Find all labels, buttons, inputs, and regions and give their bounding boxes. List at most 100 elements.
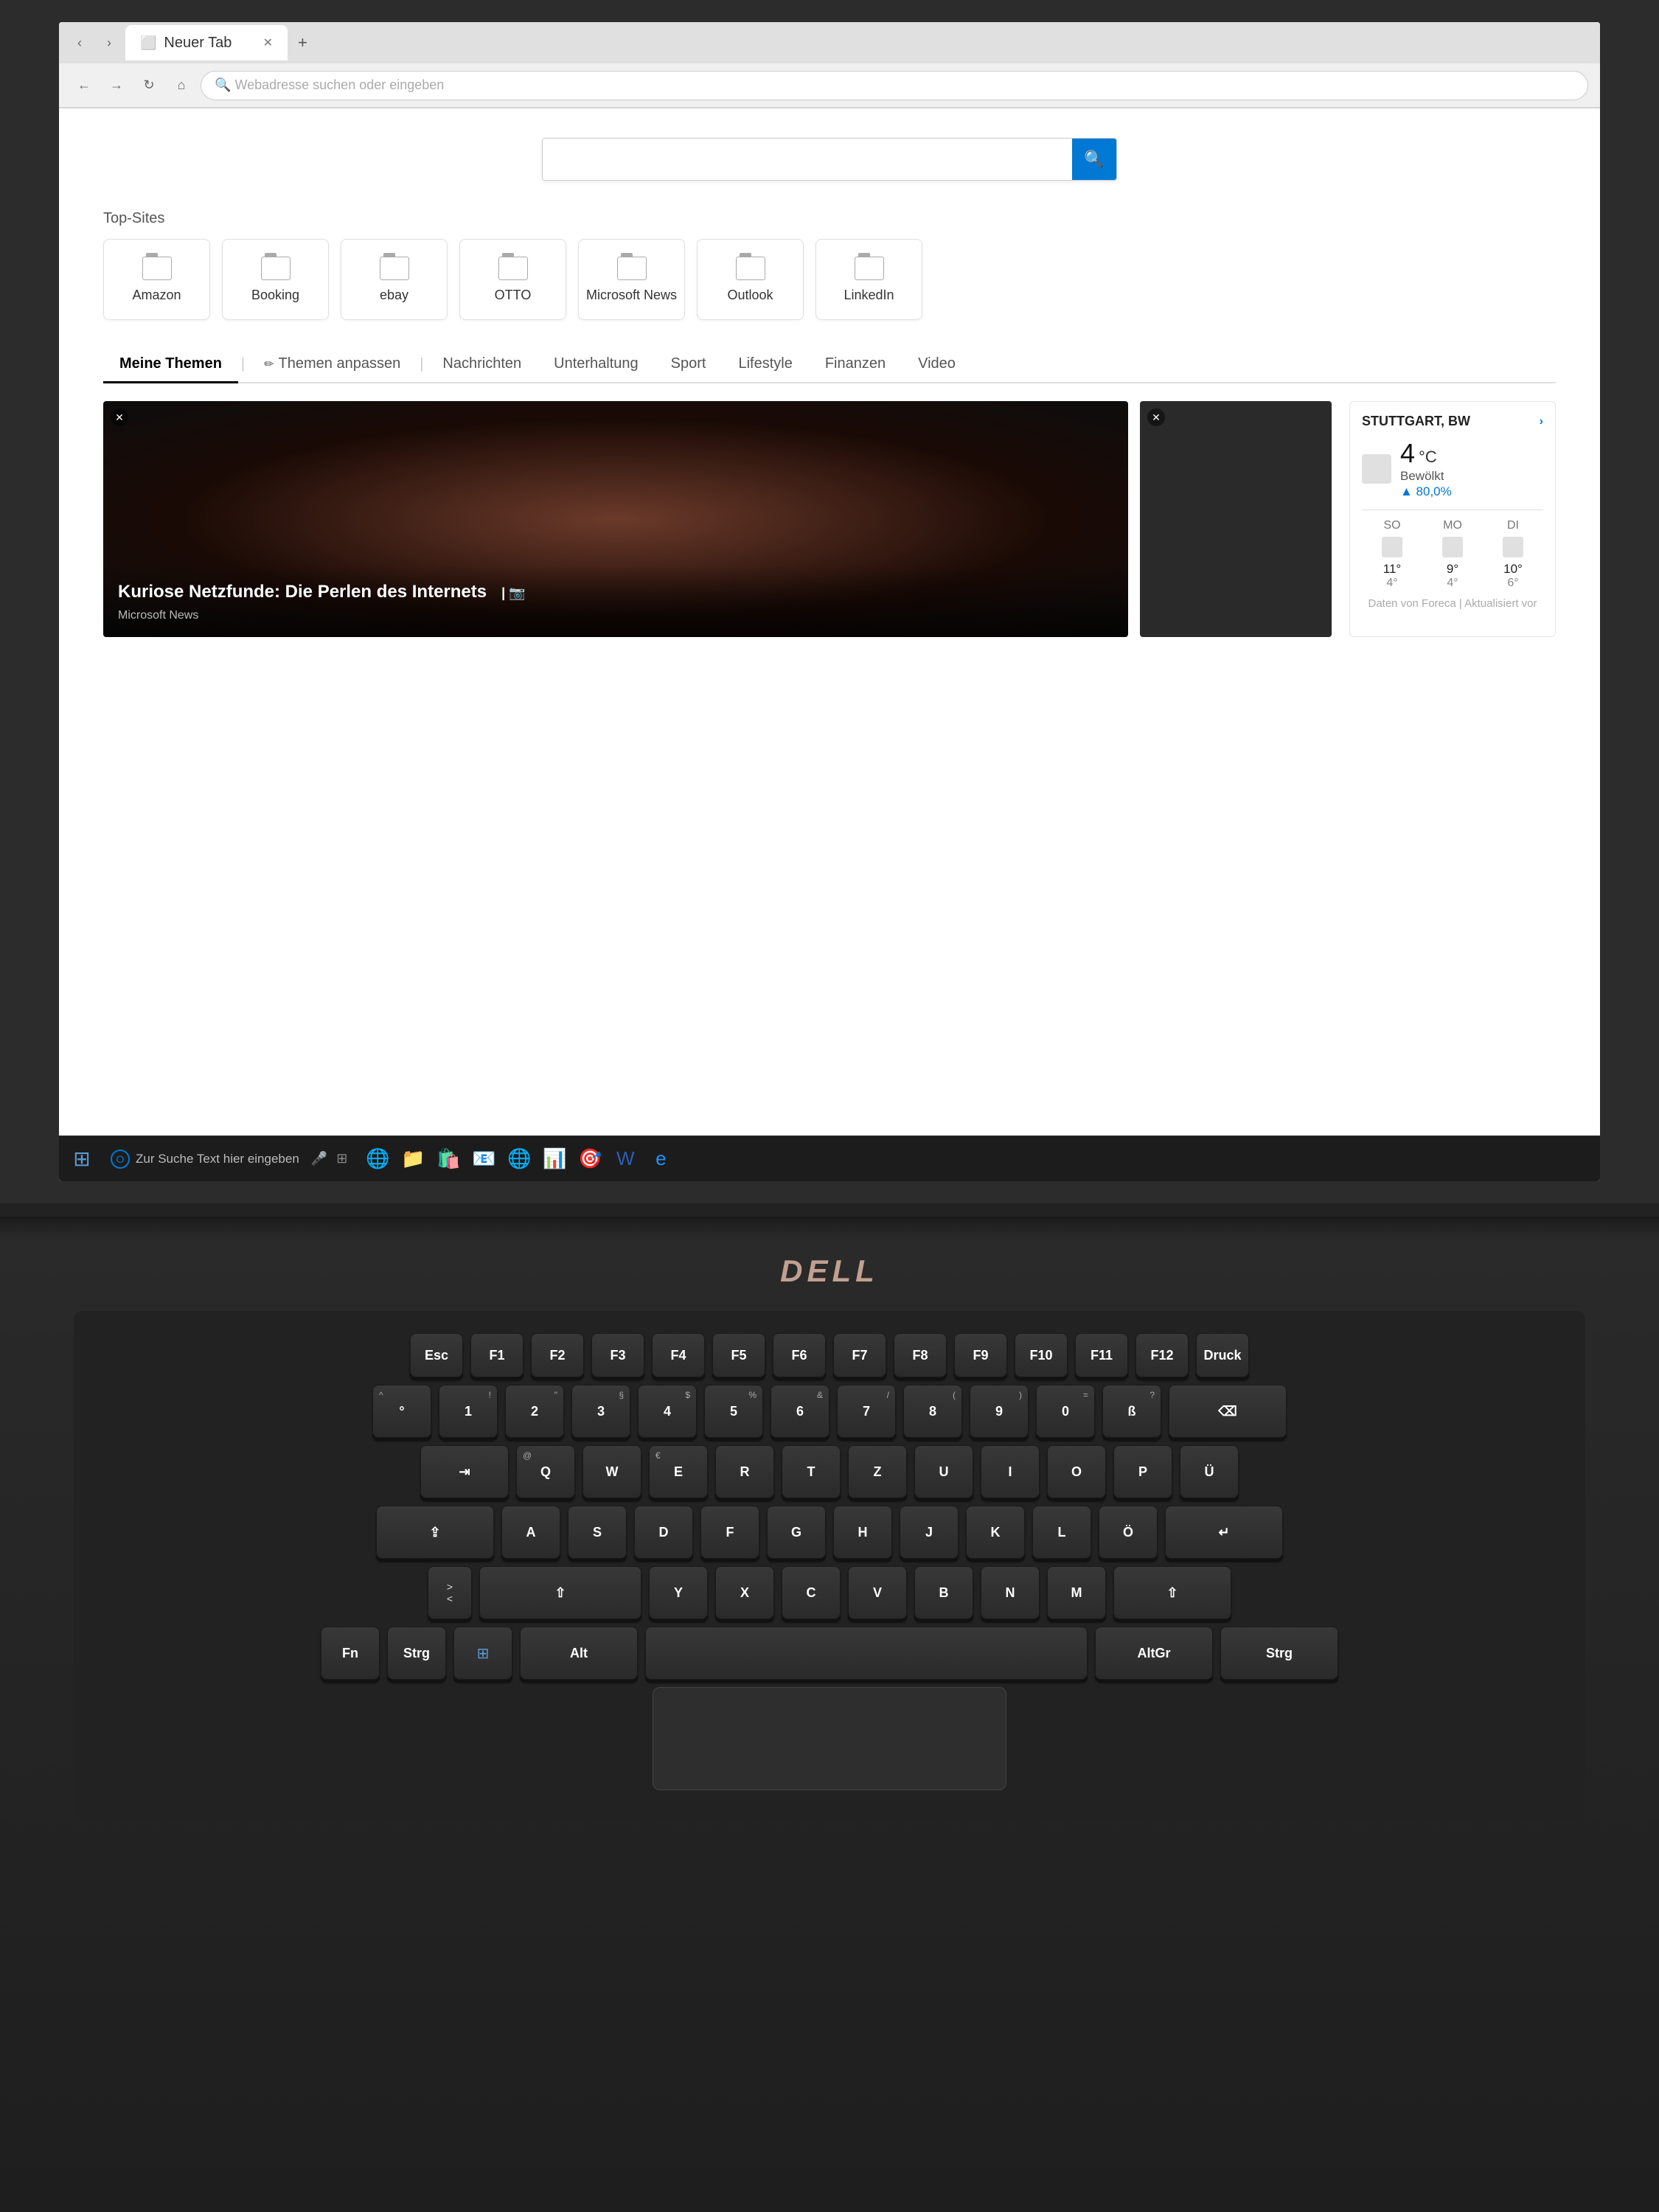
- key-fn[interactable]: Fn: [321, 1627, 380, 1680]
- key-z[interactable]: Z: [848, 1445, 907, 1498]
- key-ctrl-right[interactable]: Strg: [1220, 1627, 1338, 1680]
- home-button[interactable]: ⌂: [168, 72, 195, 99]
- key-0[interactable]: =0: [1036, 1385, 1095, 1438]
- key-9[interactable]: )9: [970, 1385, 1029, 1438]
- key-j[interactable]: J: [900, 1506, 959, 1559]
- key-f12[interactable]: F12: [1135, 1333, 1189, 1377]
- tab-unterhaltung[interactable]: Unterhaltung: [538, 347, 655, 383]
- key-altgr[interactable]: AltGr: [1095, 1627, 1213, 1680]
- search-input[interactable]: [543, 139, 1072, 180]
- key-p[interactable]: P: [1113, 1445, 1172, 1498]
- microphone-icon[interactable]: 🎤: [311, 1151, 327, 1166]
- news-card-small[interactable]: ✕: [1140, 401, 1332, 637]
- taskbar-mail[interactable]: 📧: [468, 1144, 499, 1175]
- tab-sport[interactable]: Sport: [655, 347, 723, 383]
- key-k[interactable]: K: [966, 1506, 1025, 1559]
- key-2[interactable]: "2: [505, 1385, 564, 1438]
- back-nav-button[interactable]: ←: [71, 72, 97, 99]
- key-f8[interactable]: F8: [894, 1333, 947, 1377]
- forward-button[interactable]: ›: [96, 29, 122, 56]
- site-tile-microsoft-news[interactable]: Microsoft News: [578, 239, 685, 320]
- tab-close-button[interactable]: ✕: [263, 35, 273, 50]
- taskbar-store[interactable]: 🛍️: [433, 1144, 464, 1175]
- key-b[interactable]: B: [914, 1566, 973, 1619]
- key-f11[interactable]: F11: [1075, 1333, 1128, 1377]
- key-f7[interactable]: F7: [833, 1333, 886, 1377]
- new-tab-button[interactable]: +: [291, 30, 315, 55]
- key-r[interactable]: R: [715, 1445, 774, 1498]
- key-d[interactable]: D: [634, 1506, 693, 1559]
- key-esc[interactable]: Esc: [410, 1333, 463, 1377]
- key-w[interactable]: W: [582, 1445, 641, 1498]
- key-l[interactable]: L: [1032, 1506, 1091, 1559]
- key-m[interactable]: M: [1047, 1566, 1106, 1619]
- key-druck[interactable]: Druck: [1196, 1333, 1249, 1377]
- forward-nav-button[interactable]: →: [103, 72, 130, 99]
- site-tile-otto[interactable]: OTTO: [459, 239, 566, 320]
- key-backspace[interactable]: ⌫: [1169, 1385, 1287, 1438]
- key-7[interactable]: /7: [837, 1385, 896, 1438]
- key-windows[interactable]: ⊞: [453, 1627, 512, 1680]
- key-6[interactable]: &6: [771, 1385, 830, 1438]
- key-i[interactable]: I: [981, 1445, 1040, 1498]
- key-caret[interactable]: °^: [372, 1385, 431, 1438]
- key-alt-left[interactable]: Alt: [520, 1627, 638, 1680]
- key-oe[interactable]: Ö: [1099, 1506, 1158, 1559]
- weather-location[interactable]: STUTTGART, BW ›: [1362, 414, 1543, 429]
- tab-video[interactable]: Video: [902, 347, 972, 383]
- key-ctrl-left[interactable]: Strg: [387, 1627, 446, 1680]
- tab-nachrichten[interactable]: Nachrichten: [426, 347, 538, 383]
- search-button[interactable]: 🔍: [1072, 139, 1116, 180]
- taskbar-excel[interactable]: 📊: [539, 1144, 570, 1175]
- key-f1[interactable]: F1: [470, 1333, 524, 1377]
- site-tile-ebay[interactable]: ebay: [341, 239, 448, 320]
- key-h[interactable]: H: [833, 1506, 892, 1559]
- tab-lifestyle[interactable]: Lifestyle: [722, 347, 808, 383]
- taskbar-browser-2[interactable]: 🌐: [504, 1144, 535, 1175]
- key-1[interactable]: !1: [439, 1385, 498, 1438]
- key-f4[interactable]: F4: [652, 1333, 705, 1377]
- key-q[interactable]: @Q: [516, 1445, 575, 1498]
- taskbar-powerpoint[interactable]: 🎯: [574, 1144, 605, 1175]
- tab-finanzen[interactable]: Finanzen: [809, 347, 902, 383]
- tab-themen-anpassen[interactable]: ✏ Themen anpassen: [248, 347, 417, 383]
- taskbar-word[interactable]: W: [610, 1144, 641, 1175]
- key-x[interactable]: X: [715, 1566, 774, 1619]
- taskbar-file-explorer[interactable]: 📁: [397, 1144, 428, 1175]
- taskbar-edge-browser[interactable]: 🌐: [362, 1144, 393, 1175]
- key-enter[interactable]: ↵: [1165, 1506, 1283, 1559]
- key-ss[interactable]: ?ß: [1102, 1385, 1161, 1438]
- news-card-large[interactable]: ✕ Kuriose Netzfunde: Die Perlen des Inte…: [103, 401, 1128, 637]
- start-button[interactable]: ⊞: [68, 1145, 96, 1173]
- address-bar[interactable]: 🔍 Webadresse suchen oder eingeben: [201, 71, 1588, 100]
- key-f3[interactable]: F3: [591, 1333, 644, 1377]
- key-caps[interactable]: ⇪: [376, 1506, 494, 1559]
- key-shift-indicator[interactable]: ⇧: [479, 1566, 641, 1619]
- key-y[interactable]: Y: [649, 1566, 708, 1619]
- site-tile-amazon[interactable]: Amazon: [103, 239, 210, 320]
- key-s[interactable]: S: [568, 1506, 627, 1559]
- key-5[interactable]: %5: [704, 1385, 763, 1438]
- news-card-close-button[interactable]: ✕: [111, 408, 128, 426]
- news-card-small-close-button[interactable]: ✕: [1147, 408, 1165, 426]
- key-o[interactable]: O: [1047, 1445, 1106, 1498]
- key-3[interactable]: §3: [571, 1385, 630, 1438]
- key-shift-left[interactable]: ><: [428, 1566, 472, 1619]
- key-a[interactable]: A: [501, 1506, 560, 1559]
- key-ue[interactable]: Ü: [1180, 1445, 1239, 1498]
- key-f5[interactable]: F5: [712, 1333, 765, 1377]
- key-c[interactable]: C: [782, 1566, 841, 1619]
- key-n[interactable]: N: [981, 1566, 1040, 1619]
- active-tab[interactable]: ⬜ Neuer Tab ✕: [125, 25, 288, 60]
- key-v[interactable]: V: [848, 1566, 907, 1619]
- key-f[interactable]: F: [700, 1506, 759, 1559]
- refresh-button[interactable]: ↻: [136, 72, 162, 99]
- key-tab[interactable]: ⇥: [420, 1445, 509, 1498]
- site-tile-linkedin[interactable]: LinkedIn: [815, 239, 922, 320]
- tab-meine-themen[interactable]: Meine Themen: [103, 347, 238, 383]
- taskbar-icon-2[interactable]: ⊞: [336, 1151, 347, 1166]
- touchpad[interactable]: [653, 1687, 1006, 1790]
- key-shift-right[interactable]: ⇧: [1113, 1566, 1231, 1619]
- site-tile-outlook[interactable]: Outlook: [697, 239, 804, 320]
- key-e[interactable]: €E: [649, 1445, 708, 1498]
